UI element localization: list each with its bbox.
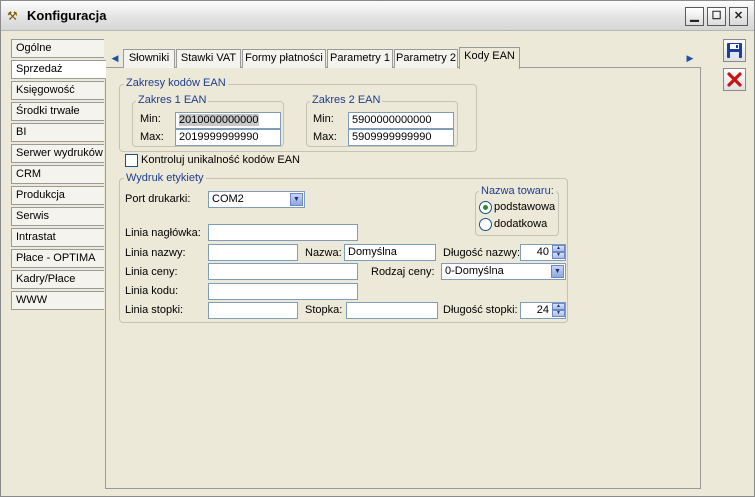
save-button[interactable] bbox=[723, 39, 746, 62]
close-button[interactable]: ✕ bbox=[729, 7, 748, 26]
price-line-label: Linia ceny: bbox=[125, 266, 178, 278]
header-line-label: Linia nagłówka: bbox=[125, 227, 201, 239]
maximize-button[interactable]: ☐ bbox=[707, 7, 726, 26]
radio-podstawowa[interactable] bbox=[479, 201, 492, 214]
footer-line-input[interactable] bbox=[208, 302, 298, 319]
config-window: ⚒ Konfiguracja ▁ ☐ ✕ Ogólne Sprzedaż Ksi… bbox=[0, 0, 755, 497]
label-print-title: Wydruk etykiety bbox=[124, 172, 206, 184]
range2-min-label: Min: bbox=[313, 113, 334, 125]
tab-stawki-vat[interactable]: Stawki VAT bbox=[176, 49, 241, 68]
price-type-label: Rodzaj ceny: bbox=[371, 266, 435, 278]
left-tab-www[interactable]: WWW bbox=[11, 291, 104, 310]
cancel-x-icon bbox=[727, 72, 742, 87]
tabs-scroll-left-icon[interactable]: ◀ bbox=[109, 52, 121, 64]
header-line-input[interactable] bbox=[208, 224, 358, 241]
range2-max-input[interactable]: 5909999999990 bbox=[348, 129, 454, 146]
left-tab-serwis[interactable]: Serwis bbox=[11, 207, 104, 226]
left-tab-serwer-wydrukow[interactable]: Serwer wydruków bbox=[11, 144, 104, 163]
title-bar[interactable]: ⚒ Konfiguracja ▁ ☐ ✕ bbox=[1, 1, 754, 31]
ean-range1-title: Zakres 1 EAN bbox=[136, 94, 209, 106]
tab-parametry-1[interactable]: Parametry 1 bbox=[327, 49, 393, 68]
left-tab-kadry-place[interactable]: Kadry/Płace bbox=[11, 270, 104, 289]
left-tab-crm[interactable]: CRM bbox=[11, 165, 104, 184]
left-tab-intrastat[interactable]: Intrastat bbox=[11, 228, 104, 247]
left-tab-ksiegowosc[interactable]: Księgowość bbox=[11, 81, 104, 100]
spin-up-icon[interactable]: ▲ bbox=[552, 303, 565, 310]
tab-slowniki[interactable]: Słowniki bbox=[123, 49, 175, 68]
tab-kody-ean[interactable]: Kody EAN bbox=[459, 47, 520, 69]
ean-ranges-title: Zakresy kodów EAN bbox=[124, 77, 228, 89]
footer-length-spin[interactable]: ▲ ▼ bbox=[552, 303, 565, 318]
unique-ean-checkbox[interactable] bbox=[125, 154, 138, 167]
spin-down-icon[interactable]: ▼ bbox=[552, 310, 565, 317]
printer-port-select[interactable]: COM2 ▼ bbox=[208, 191, 305, 208]
name-line-label: Linia nazwy: bbox=[125, 247, 186, 259]
price-type-select[interactable]: 0-Domyślna ▼ bbox=[441, 263, 566, 280]
spin-up-icon[interactable]: ▲ bbox=[552, 245, 565, 252]
unique-ean-label: Kontroluj unikalność kodów EAN bbox=[141, 154, 300, 166]
footer-input[interactable] bbox=[346, 302, 438, 319]
left-tab-place-optima[interactable]: Płace - OPTIMA bbox=[11, 249, 104, 268]
name-label: Nazwa: bbox=[305, 247, 342, 259]
left-tab-bi[interactable]: BI bbox=[11, 123, 104, 142]
left-tab-sprzedaz[interactable]: Sprzedaż bbox=[11, 60, 106, 79]
radio-dodatkowa[interactable] bbox=[479, 218, 492, 231]
price-line-input[interactable] bbox=[208, 263, 358, 280]
chevron-down-icon[interactable]: ▼ bbox=[551, 265, 564, 278]
save-icon bbox=[727, 43, 742, 58]
code-line-label: Linia kodu: bbox=[125, 285, 179, 297]
tab-formy-platnosci[interactable]: Formy płatności bbox=[242, 49, 326, 68]
range2-min-input[interactable]: 5900000000000 bbox=[348, 112, 454, 129]
radio-dodatkowa-label: dodatkowa bbox=[494, 218, 548, 230]
name-length-label: Długość nazwy: bbox=[443, 247, 521, 259]
tab-parametry-2[interactable]: Parametry 2 bbox=[394, 49, 458, 68]
footer-label: Stopka: bbox=[305, 304, 343, 316]
printer-port-label: Port drukarki: bbox=[125, 193, 191, 205]
left-tab-srodki-trwale[interactable]: Środki trwałe bbox=[11, 102, 104, 121]
left-tab-produkcja[interactable]: Produkcja bbox=[11, 186, 104, 205]
window-title: Konfiguracja bbox=[27, 8, 107, 23]
chevron-down-icon[interactable]: ▼ bbox=[290, 193, 303, 206]
spin-down-icon[interactable]: ▼ bbox=[552, 252, 565, 259]
name-input[interactable]: Domyślna bbox=[344, 244, 436, 261]
code-line-input[interactable] bbox=[208, 283, 358, 300]
cancel-button[interactable] bbox=[723, 68, 746, 91]
name-length-stepper[interactable]: 40 ▲ ▼ bbox=[520, 244, 566, 261]
range1-min-input[interactable]: 2010000000000 bbox=[175, 112, 281, 129]
range1-max-input[interactable]: 2019999999990 bbox=[175, 129, 281, 146]
range1-max-label: Max: bbox=[140, 131, 164, 143]
tabs-scroll-right-icon[interactable]: ▶ bbox=[684, 52, 696, 64]
product-name-title: Nazwa towaru: bbox=[479, 185, 556, 197]
ean-range2-title: Zakres 2 EAN bbox=[310, 94, 383, 106]
minimize-button[interactable]: ▁ bbox=[685, 7, 704, 26]
radio-podstawowa-label: podstawowa bbox=[494, 201, 556, 213]
range1-min-label: Min: bbox=[140, 113, 161, 125]
name-length-spin[interactable]: ▲ ▼ bbox=[552, 245, 565, 260]
range2-max-label: Max: bbox=[313, 131, 337, 143]
tools-icon: ⚒ bbox=[7, 9, 18, 23]
footer-length-label: Długość stopki: bbox=[443, 304, 518, 316]
footer-line-label: Linia stopki: bbox=[125, 304, 184, 316]
footer-length-stepper[interactable]: 24 ▲ ▼ bbox=[520, 302, 566, 319]
left-tab-ogolne[interactable]: Ogólne bbox=[11, 39, 104, 58]
name-line-input[interactable] bbox=[208, 244, 298, 261]
